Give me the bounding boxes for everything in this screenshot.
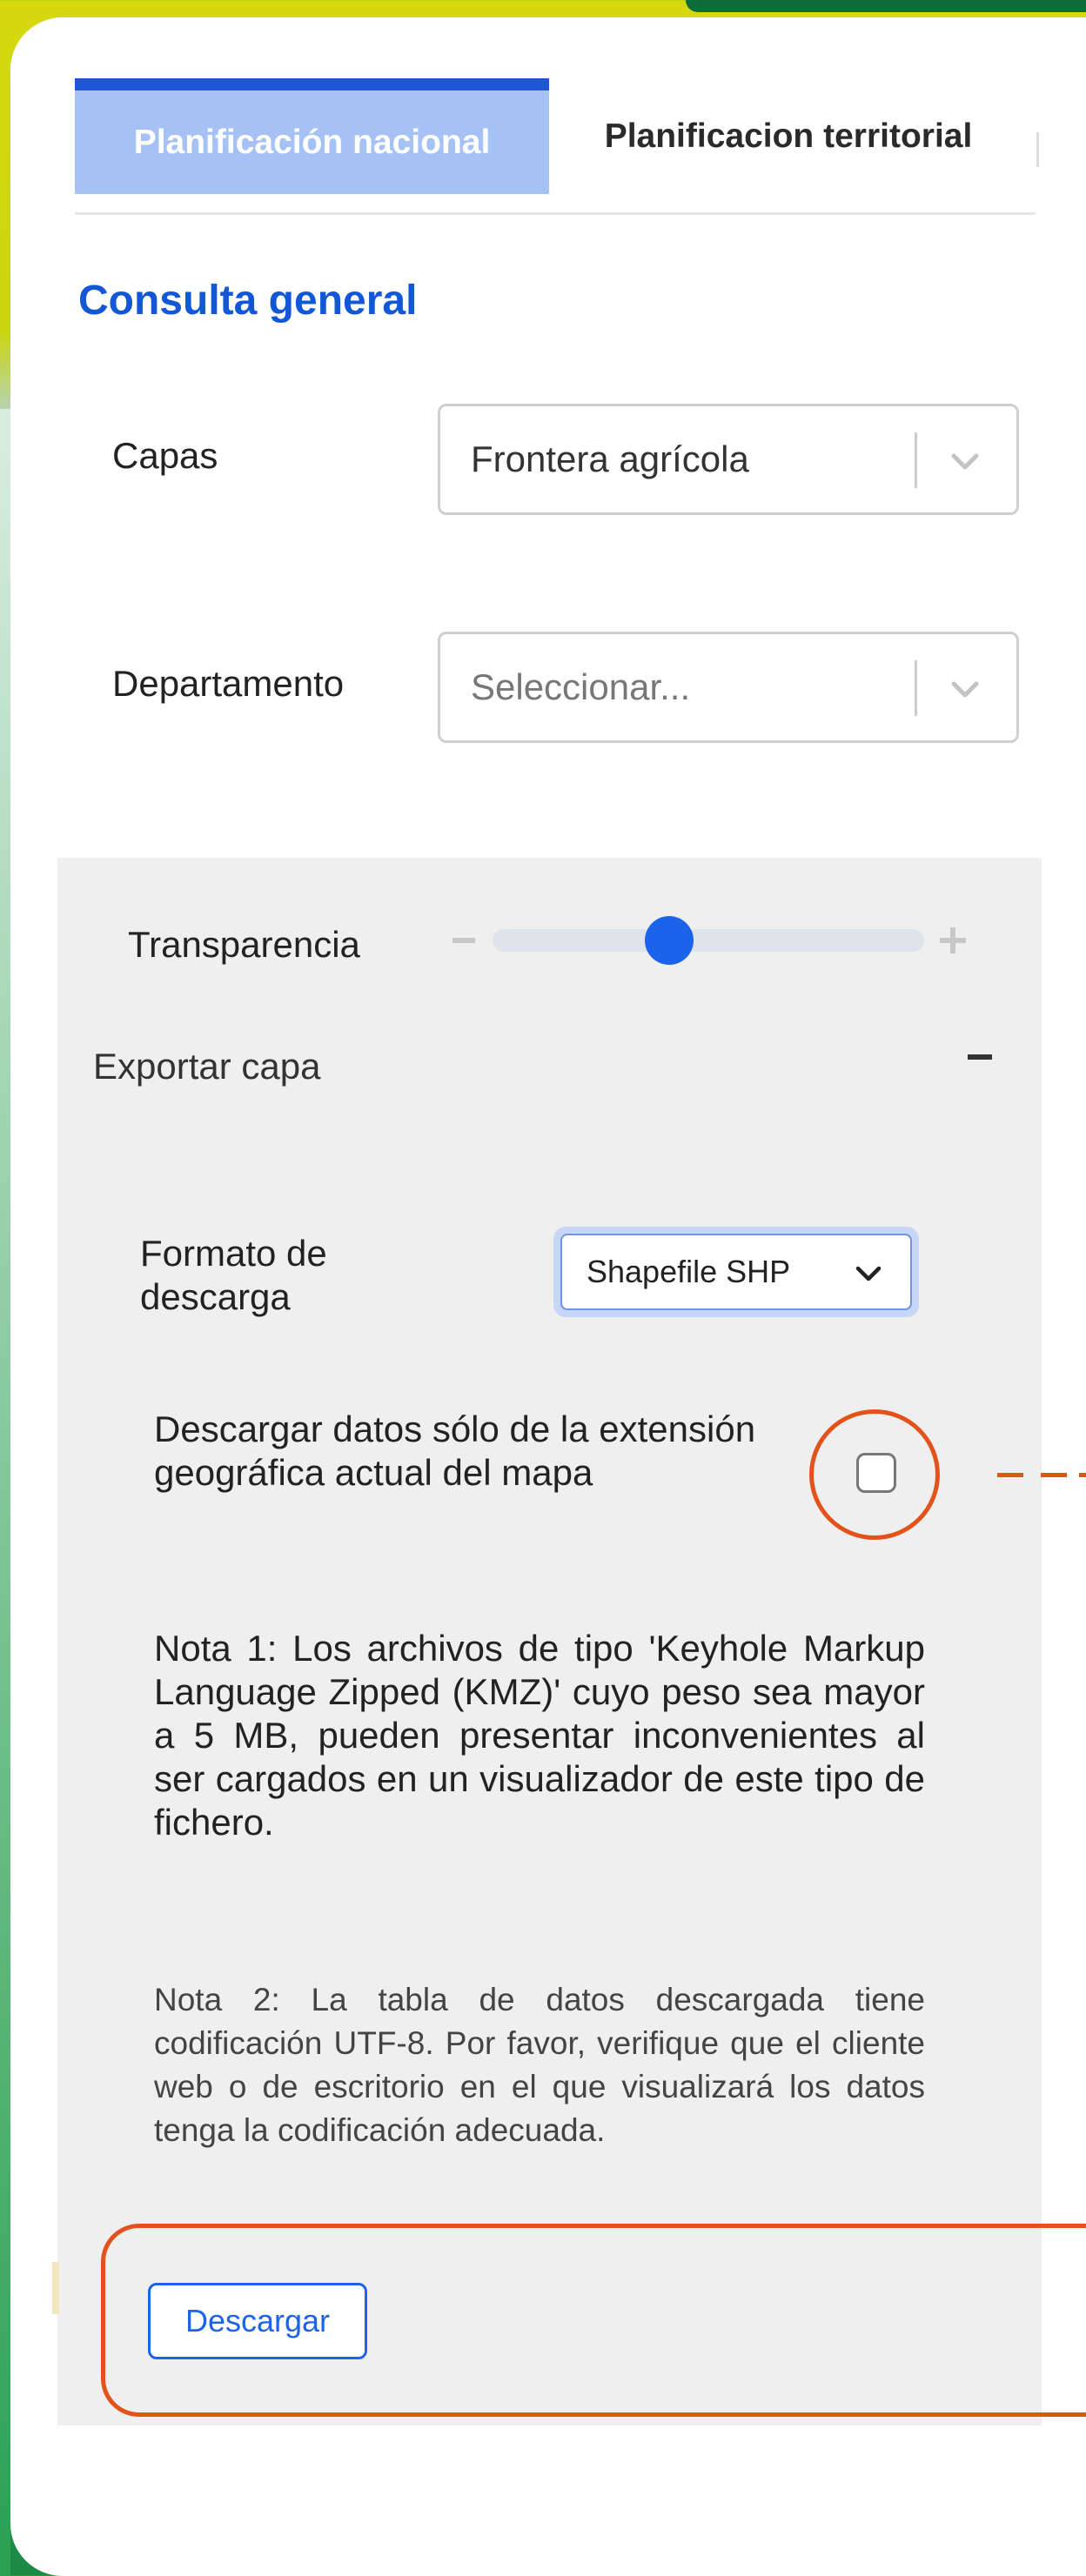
export-layer-header[interactable]: Exportar capa (93, 1046, 320, 1087)
tab-scroll-indicator (1036, 132, 1039, 167)
transparency-label: Transparencia (128, 924, 360, 965)
tab-label: Planificación nacional (133, 123, 491, 161)
format-label: Formato de descarga (140, 1233, 327, 1317)
format-select-field[interactable]: Shapefile SHP (560, 1234, 912, 1310)
layers-label: Capas (112, 435, 218, 476)
highlight-dash (1079, 1473, 1086, 1477)
layers-select[interactable]: Frontera agrícola (438, 404, 1019, 515)
select-divider (915, 432, 917, 488)
extent-checkbox-label: Descargar datos sólo de la extensión geo… (154, 1408, 756, 1493)
tab-planificacion-territorial[interactable]: Planificacion territorial (562, 78, 1015, 194)
department-select-placeholder: Seleccionar... (471, 666, 691, 707)
tab-bar: Planificación nacional Planificacion ter… (75, 78, 1039, 215)
chevron-down-icon[interactable] (943, 667, 987, 711)
decorative-mark (52, 2262, 59, 2314)
background-shape (686, 0, 1086, 12)
format-select[interactable]: Shapefile SHP (553, 1227, 919, 1317)
chevron-down-icon[interactable] (943, 439, 987, 483)
background-strip (0, 409, 10, 2576)
section-title: Consulta general (78, 278, 418, 324)
department-label: Departamento (112, 663, 345, 704)
download-button[interactable]: Descargar (148, 2283, 367, 2359)
tab-planificacion-nacional[interactable]: Planificación nacional (75, 78, 549, 194)
collapse-icon[interactable] (968, 1054, 992, 1060)
format-select-value: Shapefile SHP (587, 1254, 791, 1289)
note-2: Nota 2: La tabla de datos descargada tie… (154, 1982, 925, 2148)
transparency-slider-track[interactable] (493, 929, 924, 952)
plus-icon[interactable] (940, 927, 966, 953)
tab-label: Planificacion territorial (604, 117, 973, 155)
layers-select-value: Frontera agrícola (471, 438, 749, 479)
download-button-label: Descargar (184, 2303, 331, 2338)
select-divider (915, 660, 917, 716)
transparency-slider-thumb[interactable] (645, 916, 694, 965)
highlight-dash (1041, 1473, 1067, 1477)
note-1: Nota 1: Los archivos de tipo 'Keyhole Ma… (154, 1628, 925, 1843)
minus-icon[interactable] (452, 938, 475, 943)
highlight-dash (997, 1473, 1023, 1477)
highlight-circle (809, 1409, 940, 1540)
chevron-down-icon (855, 1266, 882, 1281)
department-select[interactable]: Seleccionar... (438, 632, 1019, 743)
